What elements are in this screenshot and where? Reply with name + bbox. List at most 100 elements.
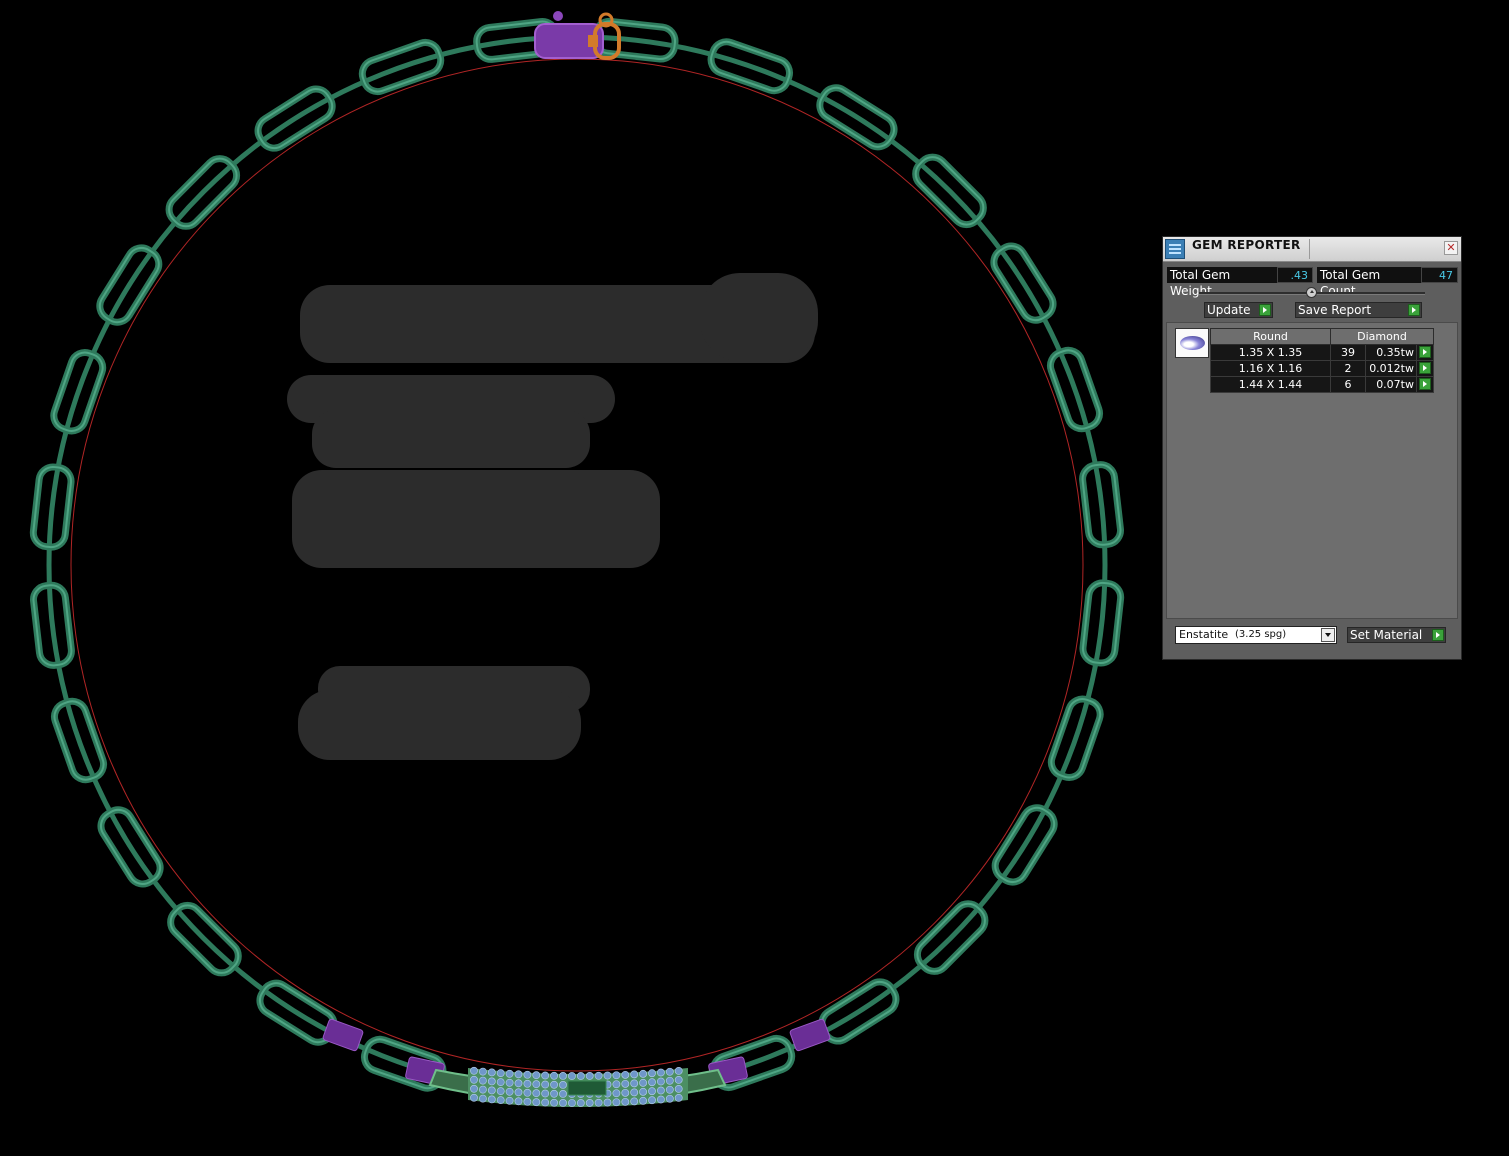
gem-list: Round Diamond 1.35 X 1.35 39 0.35tw 1.16…: [1166, 322, 1458, 619]
pave-gem: [523, 1070, 532, 1079]
arrow-right-icon: [1432, 629, 1444, 641]
pave-gem: [576, 1072, 585, 1080]
titlebar[interactable]: GEM REPORTER ✕: [1163, 237, 1461, 262]
title-separator: [1309, 239, 1310, 259]
pave-gem: [496, 1087, 505, 1096]
pave-gem: [612, 1098, 621, 1107]
material-name: Enstatite: [1179, 628, 1229, 641]
pave-gem: [657, 1068, 665, 1077]
pave-gem: [603, 1071, 612, 1080]
update-button-label: Update: [1207, 303, 1251, 317]
pave-gem: [630, 1088, 639, 1097]
pave-gem: [648, 1069, 656, 1078]
gem-size: 1.16 X 1.16: [1210, 360, 1331, 377]
pave-gem: [532, 1089, 541, 1098]
pave-gem: [523, 1097, 532, 1106]
gem-round-icon[interactable]: [1175, 328, 1209, 358]
pave-gem: [665, 1094, 674, 1103]
pave-gem: [532, 1080, 541, 1089]
pave-gem: [523, 1079, 532, 1088]
pave-bar[interactable]: [428, 1066, 727, 1107]
row-action[interactable]: [1416, 344, 1434, 361]
save-report-button[interactable]: Save Report: [1295, 302, 1422, 318]
pave-gem: [550, 1080, 558, 1089]
pave-gem: [612, 1071, 621, 1080]
pave-gem: [630, 1079, 639, 1088]
pave-gem: [496, 1096, 505, 1105]
pave-gem: [603, 1098, 612, 1107]
pave-gem: [514, 1070, 523, 1079]
pave-gem: [496, 1078, 505, 1087]
pave-gem: [585, 1099, 594, 1107]
pave-gem: [532, 1071, 541, 1080]
pave-gem: [621, 1088, 630, 1097]
redaction: [298, 690, 581, 760]
total-gem-count-label: Total Gem Count: [1317, 267, 1421, 298]
material-dropdown[interactable]: Enstatite (3.25 spg): [1175, 626, 1337, 644]
gem-count: 39: [1330, 344, 1366, 361]
pave-gem: [612, 1080, 621, 1089]
pave-gem: [621, 1079, 630, 1088]
pave-gem: [487, 1068, 496, 1077]
pave-gem: [648, 1078, 656, 1087]
pave-gem: [639, 1069, 647, 1078]
gem-count: 6: [1330, 376, 1366, 393]
pave-gem: [639, 1087, 647, 1096]
table-row[interactable]: 1.16 X 1.16 2 0.012tw: [1210, 360, 1434, 377]
table-row[interactable]: 1.44 X 1.44 6 0.07tw: [1210, 376, 1434, 393]
pave-gem: [550, 1071, 558, 1080]
dropdown-arrow-icon[interactable]: [1321, 628, 1335, 642]
arrow-right-icon: [1419, 378, 1431, 390]
redactions: [287, 273, 818, 760]
pave-gem: [523, 1088, 532, 1097]
arrow-right-icon: [1259, 304, 1271, 316]
header-material: Diamond: [1330, 328, 1434, 345]
gem-table: Round Diamond 1.35 X 1.35 39 0.35tw 1.16…: [1210, 328, 1434, 393]
pave-gem: [568, 1099, 576, 1107]
pave-gem: [478, 1076, 487, 1085]
pave-gem: [559, 1072, 567, 1080]
gem-size: 1.35 X 1.35: [1210, 344, 1331, 361]
row-action[interactable]: [1416, 360, 1434, 377]
pave-gem: [470, 1084, 478, 1093]
pave-gem: [657, 1077, 665, 1086]
station: [322, 1018, 364, 1052]
pave-gem: [621, 1070, 630, 1079]
close-icon[interactable]: ✕: [1444, 241, 1458, 255]
pave-gem: [487, 1095, 496, 1104]
pave-gem: [648, 1087, 656, 1096]
pave-gem: [648, 1096, 656, 1105]
save-report-button-label: Save Report: [1298, 303, 1372, 317]
arrow-right-icon: [1419, 362, 1431, 374]
set-material-button[interactable]: Set Material: [1347, 627, 1446, 643]
row-action[interactable]: [1416, 376, 1434, 393]
update-button[interactable]: Update: [1204, 302, 1273, 318]
app-icon: [1165, 239, 1185, 259]
set-material-button-label: Set Material: [1350, 628, 1423, 642]
pave-gem: [505, 1096, 514, 1105]
pave-gem: [505, 1078, 514, 1087]
pave-gem: [674, 1066, 683, 1075]
pave-gem: [568, 1072, 576, 1080]
pave-gem: [674, 1075, 683, 1084]
pave-gem: [470, 1066, 478, 1075]
arrow-right-icon: [1419, 346, 1431, 358]
pave-gem: [657, 1095, 665, 1104]
pave-gem: [470, 1093, 478, 1102]
pave-gem: [541, 1071, 550, 1080]
pave-gem: [550, 1089, 558, 1098]
pave-gem: [594, 1098, 603, 1107]
table-row[interactable]: 1.35 X 1.35 39 0.35tw: [1210, 344, 1434, 361]
total-gem-weight-label: Total Gem Weight: [1167, 267, 1277, 298]
pave-gem: [478, 1085, 487, 1094]
pave-gem: [630, 1070, 639, 1079]
pave-gem: [478, 1067, 487, 1076]
pave-gem: [621, 1097, 630, 1106]
gem-weight: 0.07tw: [1365, 376, 1417, 393]
pave-gem: [487, 1086, 496, 1095]
pave-gem: [514, 1088, 523, 1097]
header-shape: Round: [1210, 328, 1331, 345]
slider-thumb-icon[interactable]: [1306, 287, 1317, 298]
pave-gem: [639, 1096, 647, 1105]
gem-weight: 0.35tw: [1365, 344, 1417, 361]
